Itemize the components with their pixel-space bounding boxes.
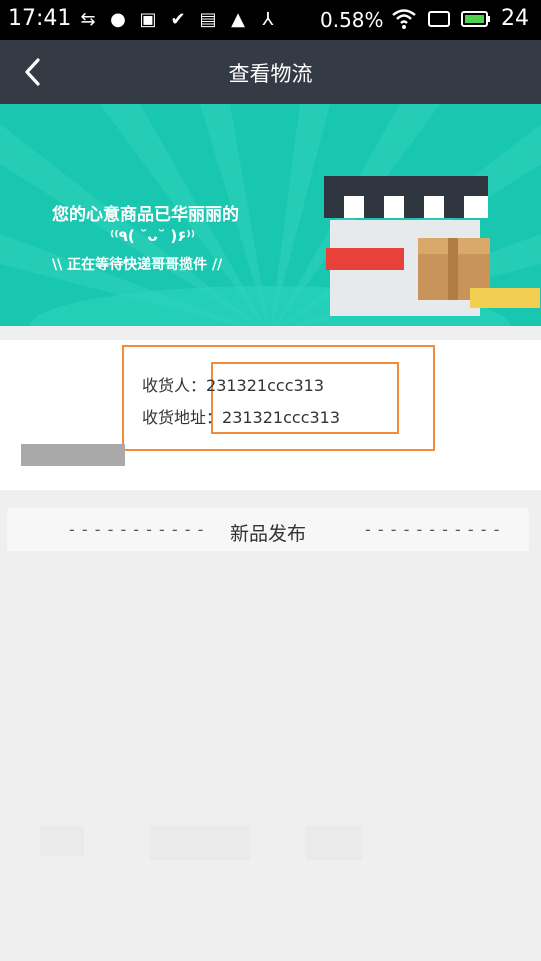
receiver-label: 收货人： xyxy=(142,376,207,395)
status-icons: ⇆ ● ▣ ✔ ▤ ▲ ⅄ xyxy=(78,8,278,32)
placeholder-block xyxy=(40,826,84,856)
banner-subline: \\ 正在等待快递哥哥揽件 // xyxy=(52,257,223,273)
redacted-bar xyxy=(21,444,125,466)
status-bar: 17:41 ⇆ ● ▣ ✔ ▤ ▲ ⅄ 0.58% 24 xyxy=(0,0,541,40)
storefront-illustration xyxy=(324,176,540,316)
battery-icon xyxy=(461,10,490,27)
doc-icon: ▤ xyxy=(199,9,217,30)
placeholder-block xyxy=(306,826,362,860)
page-title: 查看物流 xyxy=(228,62,313,86)
banner-text: 您的心意商品已华丽丽的 ⁽⁽٩( ˘ᴗ˘ )۶⁾⁾ \\ 正在等待快递哥哥揽件 … xyxy=(52,200,239,273)
chat-icon: ● xyxy=(110,9,126,30)
battery-percent-text: 0.58% xyxy=(320,8,384,32)
address-label: 收货地址： xyxy=(142,408,223,427)
check-icon: ✔ xyxy=(170,9,186,30)
usb-icon: ⇆ xyxy=(80,9,96,30)
screen-rotate-icon xyxy=(428,10,450,27)
banner: 您的心意商品已华丽丽的 ⁽⁽٩( ˘ᴗ˘ )۶⁾⁾ \\ 正在等待快递哥哥揽件 … xyxy=(0,104,541,326)
wifi-icon xyxy=(392,8,416,29)
network-icon: ⅄ xyxy=(262,9,274,30)
app-bar: 查看物流 xyxy=(0,40,541,104)
warning-icon: ▲ xyxy=(231,9,245,30)
status-time: 17:41 xyxy=(8,6,72,31)
address-value: 231321ccc313 xyxy=(222,408,341,427)
status-right: 24 xyxy=(391,6,529,31)
receiver-value: 231321ccc313 xyxy=(206,376,325,395)
image-icon: ▣ xyxy=(139,9,157,30)
shipment-info-card: 收货人：231321ccc313 收货地址：231321ccc313 xyxy=(0,340,541,490)
banner-headline: 您的心意商品已华丽丽的 xyxy=(52,205,239,225)
battery-level: 24 xyxy=(501,6,529,31)
placeholder-block xyxy=(150,826,250,860)
dash-right: - - - - - - - - - - - xyxy=(365,520,501,539)
address-row: 收货地址：231321ccc313 xyxy=(142,404,340,428)
new-products-header: - - - - - - - - - - - 新品发布 - - - - - - -… xyxy=(7,508,529,551)
receiver-row: 收货人：231321ccc313 xyxy=(142,372,324,396)
divider xyxy=(0,326,541,340)
banner-emoticon: ⁽⁽٩( ˘ᴗ˘ )۶⁾⁾ xyxy=(110,227,196,245)
